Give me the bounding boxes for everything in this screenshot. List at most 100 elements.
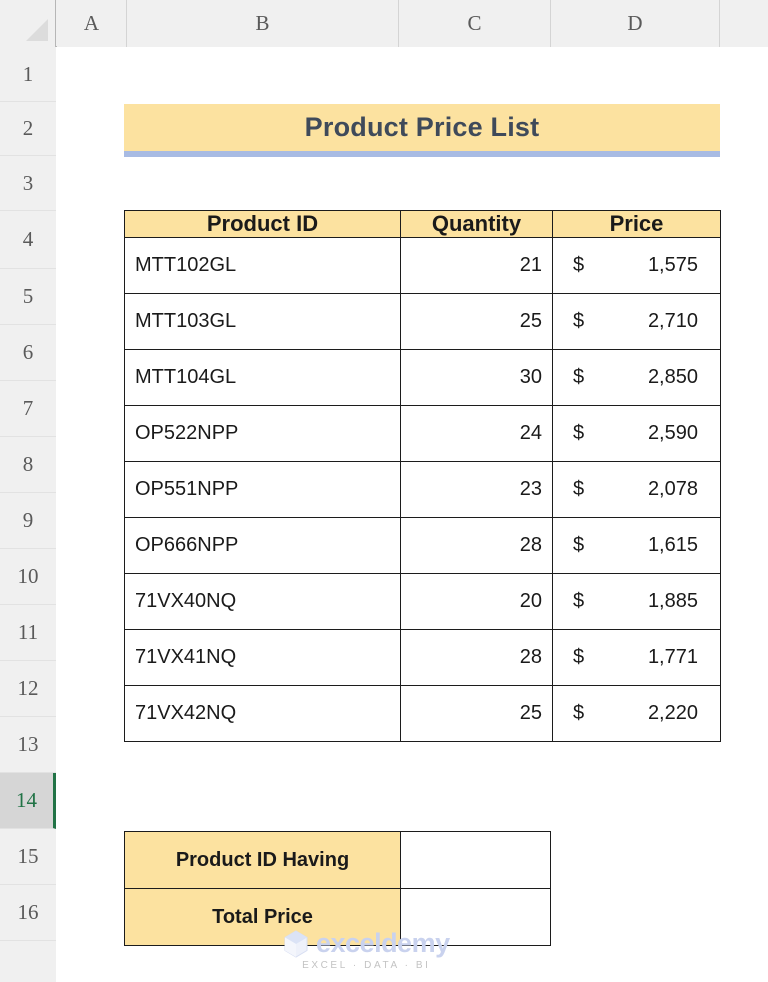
row-header-10[interactable]: 10 (0, 549, 56, 605)
column-header-c[interactable]: C (399, 0, 551, 47)
row-header-strip: 1 2 3 4 5 6 7 8 9 10 11 12 13 14 15 16 (0, 47, 56, 982)
row-header-10-label: 10 (17, 564, 39, 588)
row-header-17[interactable] (0, 941, 56, 982)
cell-price[interactable]: $ 2,078 (552, 461, 721, 518)
row-header-13[interactable]: 13 (0, 717, 56, 773)
row-header-15[interactable]: 15 (0, 829, 56, 885)
column-header-a[interactable]: A (57, 0, 127, 47)
row-header-12[interactable]: 12 (0, 661, 56, 717)
row-header-14[interactable]: 14 (0, 773, 56, 829)
row-header-7-label: 7 (22, 396, 34, 420)
row-header-6[interactable]: 6 (0, 325, 56, 381)
cell-product-id[interactable]: OP551NPP (124, 461, 401, 518)
cell-quantity[interactable]: 25 (400, 293, 553, 350)
cell-product-id[interactable]: 71VX40NQ (124, 573, 401, 630)
row-header-1[interactable]: 1 (0, 47, 56, 102)
currency-symbol: $ (573, 646, 585, 668)
row-header-16[interactable]: 16 (0, 885, 56, 941)
column-header-b-label: B (255, 11, 270, 35)
cell-product-id[interactable]: 71VX41NQ (124, 629, 401, 686)
cell-quantity[interactable]: 28 (400, 629, 553, 686)
currency-symbol: $ (573, 478, 585, 500)
column-header-c-label: C (467, 11, 482, 35)
column-header-quantity: Quantity (400, 210, 553, 238)
report-title-banner: Product Price List (124, 104, 720, 157)
column-header-d[interactable]: D (551, 0, 720, 47)
column-header-b[interactable]: B (127, 0, 399, 47)
cell-price[interactable]: $ 1,615 (552, 517, 721, 574)
row-header-13-label: 13 (17, 732, 39, 756)
cell-price[interactable]: $ 1,885 (552, 573, 721, 630)
price-value: 2,220 (647, 702, 698, 724)
column-header-a-label: A (83, 11, 100, 35)
cell-price[interactable]: $ 2,710 (552, 293, 721, 350)
table-row[interactable]: MTT102GL 21 $ 1,575 (124, 237, 721, 294)
row-header-14-label: 14 (16, 788, 37, 812)
select-all-button[interactable] (0, 0, 56, 47)
row-header-9-label: 9 (22, 508, 34, 532)
cell-price[interactable]: $ 2,850 (552, 349, 721, 406)
product-price-table: Product ID Quantity Price MTT102GL 21 $ … (124, 210, 721, 742)
cell-price[interactable]: $ 2,590 (552, 405, 721, 462)
row-header-11[interactable]: 11 (0, 605, 56, 661)
column-header-strip: A B C D (0, 0, 768, 47)
currency-symbol: $ (573, 702, 585, 724)
cell-price[interactable]: $ 1,771 (552, 629, 721, 686)
price-value: 2,850 (647, 366, 698, 388)
row-header-8[interactable]: 8 (0, 437, 56, 493)
row-header-7[interactable]: 7 (0, 381, 56, 437)
row-header-9[interactable]: 9 (0, 493, 56, 549)
cell-product-id[interactable]: 71VX42NQ (124, 685, 401, 742)
column-header-e[interactable] (720, 0, 768, 47)
cell-quantity[interactable]: 20 (400, 573, 553, 630)
currency-symbol: $ (573, 422, 585, 444)
select-all-triangle-icon (26, 19, 48, 41)
row-header-16-label: 16 (17, 900, 39, 924)
row-header-2-label: 2 (22, 116, 34, 140)
price-value: 1,885 (647, 590, 698, 612)
price-value: 2,710 (647, 310, 698, 332)
cell-price[interactable]: $ 1,575 (552, 237, 721, 294)
table-row[interactable]: OP551NPP 23 $ 2,078 (124, 461, 721, 518)
price-value: 2,590 (647, 422, 698, 444)
criteria-value-product-id-having[interactable] (400, 831, 551, 889)
cell-product-id[interactable]: MTT102GL (124, 237, 401, 294)
cell-product-id[interactable]: OP666NPP (124, 517, 401, 574)
cell-price[interactable]: $ 2,220 (552, 685, 721, 742)
criteria-value-total-price[interactable] (400, 888, 551, 946)
cell-product-id[interactable]: MTT103GL (124, 293, 401, 350)
table-row[interactable]: 71VX41NQ 28 $ 1,771 (124, 629, 721, 686)
row-header-4-label: 4 (22, 227, 34, 251)
row-header-1-label: 1 (22, 61, 34, 86)
cell-quantity[interactable]: 23 (400, 461, 553, 518)
price-value: 1,615 (647, 534, 698, 556)
cell-quantity[interactable]: 28 (400, 517, 553, 574)
price-value: 1,575 (647, 254, 698, 276)
table-row[interactable]: OP666NPP 28 $ 1,615 (124, 517, 721, 574)
column-header-product-id: Product ID (124, 210, 401, 238)
cell-quantity[interactable]: 25 (400, 685, 553, 742)
row-header-4[interactable]: 4 (0, 211, 56, 269)
page-title: Product Price List (304, 112, 540, 142)
row-header-2[interactable]: 2 (0, 102, 56, 156)
cell-product-id[interactable]: OP522NPP (124, 405, 401, 462)
currency-symbol: $ (573, 310, 585, 332)
cell-quantity[interactable]: 24 (400, 405, 553, 462)
cell-quantity[interactable]: 21 (400, 237, 553, 294)
price-value: 2,078 (647, 478, 698, 500)
cell-product-id[interactable]: MTT104GL (124, 349, 401, 406)
column-header-d-label: D (627, 11, 643, 35)
table-row[interactable]: 71VX40NQ 20 $ 1,885 (124, 573, 721, 630)
table-row[interactable]: MTT104GL 30 $ 2,850 (124, 349, 721, 406)
table-row[interactable]: 71VX42NQ 25 $ 2,220 (124, 685, 721, 742)
row-header-15-label: 15 (17, 844, 39, 868)
cell-quantity[interactable]: 30 (400, 349, 553, 406)
criteria-label-total-price: Total Price (124, 888, 401, 946)
table-row[interactable]: OP522NPP 24 $ 2,590 (124, 405, 721, 462)
row-header-5[interactable]: 5 (0, 269, 56, 325)
criteria-row[interactable]: Product ID Having (124, 831, 551, 889)
row-header-3[interactable]: 3 (0, 156, 56, 211)
table-row[interactable]: MTT103GL 25 $ 2,710 (124, 293, 721, 350)
column-header-price: Price (552, 210, 721, 238)
criteria-row[interactable]: Total Price (124, 888, 551, 946)
